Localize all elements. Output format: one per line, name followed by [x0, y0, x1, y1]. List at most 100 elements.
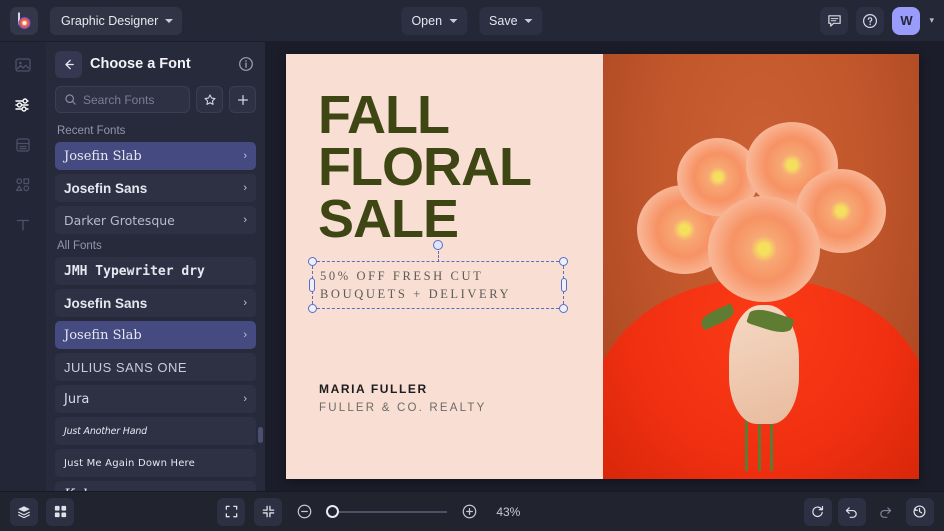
canvas-workspace[interactable]: FALL FLORAL SALE 50% OFF FRESH CUT BOUQU… [265, 42, 944, 491]
collapse-button[interactable] [254, 498, 282, 526]
undo-button[interactable] [838, 498, 866, 526]
reset-icon [810, 504, 825, 519]
canvas-photo[interactable]: SOH [603, 54, 919, 479]
font-list-item[interactable]: JMH Typewriter dry [55, 257, 256, 285]
zoom-in-button[interactable] [456, 499, 482, 525]
zoom-slider-knob[interactable] [326, 505, 339, 518]
avatar[interactable]: W [892, 7, 920, 35]
font-name-label: JMH Typewriter dry [64, 264, 205, 279]
rotate-handle[interactable] [433, 240, 443, 250]
rail-item-shapes[interactable] [10, 172, 36, 198]
font-list-item[interactable]: Josefin Slab› [55, 321, 256, 349]
handle-bottom-right[interactable] [559, 304, 568, 313]
open-button-label: Open [411, 14, 442, 28]
search-icon [64, 93, 77, 106]
app-selector[interactable]: Graphic Designer [50, 7, 182, 35]
bottom-bar: 43% [0, 491, 944, 531]
font-name-label: Josefin Slab [64, 149, 142, 164]
bazaart-logo[interactable] [10, 7, 38, 35]
font-list-item[interactable]: Just Me Again Down Here [55, 449, 256, 477]
comment-icon [827, 13, 842, 28]
save-button[interactable]: Save [479, 7, 543, 35]
search-field[interactable] [55, 86, 190, 113]
chevron-right-icon[interactable]: › [243, 150, 247, 162]
handle-top-left[interactable] [308, 257, 317, 266]
grid-button[interactable] [46, 498, 74, 526]
handle-top-right[interactable] [559, 257, 568, 266]
zoom-slider[interactable] [326, 505, 447, 518]
chevron-down-icon [165, 19, 173, 23]
design-canvas[interactable]: FALL FLORAL SALE 50% OFF FRESH CUT BOUQU… [286, 54, 919, 479]
dahlia-center [708, 196, 819, 302]
font-list-item[interactable]: Jura › [55, 385, 256, 413]
info-button[interactable] [236, 54, 256, 74]
tool-rail [0, 42, 46, 491]
font-list-item[interactable]: Josefin Sans› [55, 174, 256, 202]
top-bar: Graphic Designer Open Save [0, 0, 944, 42]
chevron-right-icon[interactable]: › [243, 489, 247, 491]
rail-item-layout[interactable] [10, 132, 36, 158]
chevron-down-icon [525, 19, 533, 23]
history-controls [804, 498, 934, 526]
main-body: Choose a Font [0, 42, 944, 491]
selection-box [312, 261, 564, 309]
font-name-label: Jura [64, 392, 89, 407]
zoom-out-button[interactable] [291, 499, 317, 525]
open-button[interactable]: Open [401, 7, 467, 35]
all-fonts-list: JMH Typewriter dry Josefin Sans› Josefin S… [55, 257, 256, 491]
canvas-left-half: FALL FLORAL SALE 50% OFF FRESH CUT BOUQU… [286, 54, 603, 479]
brand-tagline-text[interactable]: FULLER & CO. REALTY [319, 402, 486, 414]
help-circle-icon [862, 13, 878, 29]
panel-scrollbar[interactable] [258, 427, 263, 443]
favorite-button[interactable] [196, 86, 223, 113]
chevron-right-icon[interactable]: › [243, 214, 247, 226]
font-list-item[interactable]: Darker Grotesque› [55, 206, 256, 234]
headline-text[interactable]: FALL FLORAL SALE [318, 90, 531, 245]
chevron-right-icon[interactable]: › [243, 182, 247, 194]
image-icon [14, 56, 32, 74]
fit-screen-button[interactable] [217, 498, 245, 526]
history-icon [912, 504, 927, 519]
chevron-right-icon[interactable]: › [243, 393, 247, 405]
comment-button[interactable] [820, 7, 848, 35]
help-button[interactable] [856, 7, 884, 35]
history-button[interactable] [906, 498, 934, 526]
arrow-left-icon [61, 57, 76, 72]
redo-icon [878, 504, 893, 519]
minus-circle-icon [296, 503, 313, 520]
redo-button[interactable] [872, 498, 900, 526]
reset-button[interactable] [804, 498, 832, 526]
handle-right[interactable] [561, 278, 567, 292]
back-button[interactable] [55, 51, 82, 78]
adjustments-icon [14, 96, 32, 114]
rail-item-text[interactable] [10, 212, 36, 238]
subtext-textbox[interactable]: 50% OFF FRESH CUT BOUQUETS + DELIVERY [312, 261, 564, 309]
recent-fonts-list: Josefin Slab›Josefin Sans›Darker Grotesq… [55, 142, 256, 234]
rail-item-adjustments[interactable] [10, 92, 36, 118]
handle-left[interactable] [309, 278, 315, 292]
font-list-item[interactable]: JULIUS SANS ONE [55, 353, 256, 381]
rail-item-image[interactable] [10, 52, 36, 78]
font-list-item[interactable]: Just Another Hand [55, 417, 256, 445]
font-name-label: Kalam [64, 487, 109, 491]
add-font-button[interactable] [229, 86, 256, 113]
plus-circle-icon [461, 503, 478, 520]
avatar-chevron-down-icon[interactable]: ▾ [929, 15, 934, 26]
brand-name-text[interactable]: MARIA FULLER [319, 382, 428, 396]
font-list-item[interactable]: Kalam › [55, 481, 256, 491]
font-list-item[interactable]: Josefin Slab › [55, 142, 256, 170]
layers-icon [16, 504, 32, 520]
search-row [46, 86, 265, 123]
font-list[interactable]: Josefin Slab›Josefin Sans›Darker Grotesq… [46, 142, 265, 491]
chevron-right-icon[interactable]: › [243, 329, 247, 341]
handle-bottom-left[interactable] [308, 304, 317, 313]
save-button-label: Save [489, 14, 518, 28]
top-bar-actions: W ▾ [820, 7, 934, 35]
info-circle-icon [238, 56, 254, 72]
layers-button[interactable] [10, 498, 38, 526]
chevron-right-icon[interactable]: › [243, 297, 247, 309]
font-list-item[interactable]: Josefin Sans› [55, 289, 256, 317]
zoom-slider-track[interactable] [339, 511, 447, 513]
search-input[interactable] [83, 93, 181, 107]
undo-icon [844, 504, 859, 519]
